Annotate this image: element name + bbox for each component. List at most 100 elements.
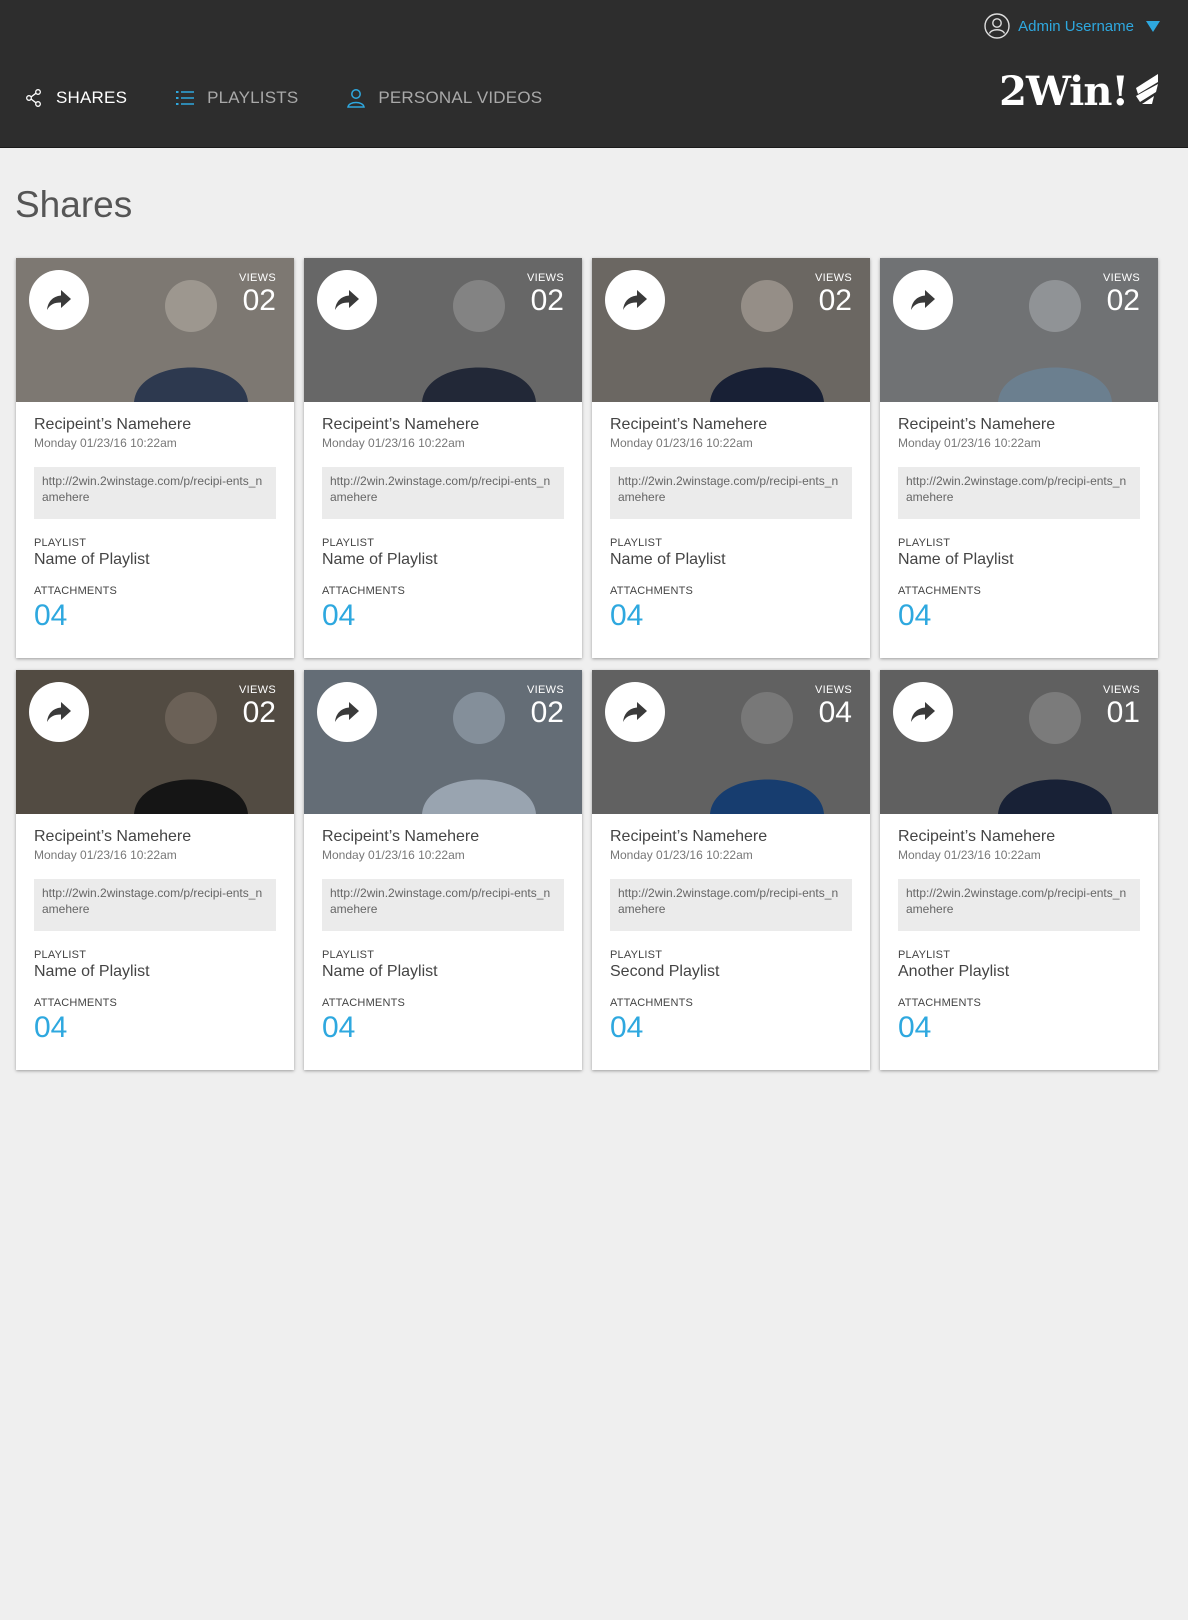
views-block: VIEWS 02 (1103, 272, 1140, 317)
share-icon (24, 88, 44, 108)
share-arrow-icon (335, 290, 359, 310)
views-count: 02 (530, 284, 564, 317)
views-label: VIEWS (1103, 272, 1140, 284)
views-block: VIEWS 02 (815, 272, 852, 317)
attachments-label: ATTACHMENTS (322, 585, 406, 597)
recipient-photo: VIEWS 02 (16, 670, 294, 814)
card-body: Recipeint’s Namehere Monday 01/23/16 10:… (304, 814, 582, 1044)
share-link[interactable]: http://2win.2winstage.com/p/recipi-ents_… (322, 467, 564, 519)
recipient-photo: VIEWS 02 (16, 258, 294, 402)
share-date: Monday 01/23/16 10:22am (898, 436, 1041, 450)
recipient-name: Recipeint’s Namehere (610, 828, 768, 845)
reshare-button[interactable] (605, 682, 665, 742)
user-name[interactable]: Admin Username (1018, 18, 1134, 35)
attachments-label: ATTACHMENTS (322, 997, 406, 1009)
share-link[interactable]: http://2win.2winstage.com/p/recipi-ents_… (898, 467, 1140, 519)
card-body: Recipeint’s Namehere Monday 01/23/16 10:… (16, 814, 294, 1044)
recipient-photo: VIEWS 01 (880, 670, 1158, 814)
reshare-button[interactable] (29, 270, 89, 330)
share-arrow-icon (47, 290, 71, 310)
attachments-count: 04 (898, 1011, 932, 1044)
views-count: 02 (818, 284, 852, 317)
user-circle-icon (984, 13, 1010, 39)
nav-shares-label: SHARES (56, 88, 128, 107)
reshare-button[interactable] (605, 270, 665, 330)
share-date: Monday 01/23/16 10:22am (610, 848, 753, 862)
attachments-label: ATTACHMENTS (610, 997, 694, 1009)
views-count: 02 (1106, 284, 1140, 317)
share-card[interactable]: VIEWS 04 Recipeint’s Namehere Monday 01/… (592, 670, 870, 1070)
playlist-name: Second Playlist (610, 963, 720, 980)
share-link[interactable]: http://2win.2winstage.com/p/recipi-ents_… (610, 879, 852, 931)
card-body: Recipeint’s Namehere Monday 01/23/16 10:… (880, 402, 1158, 632)
share-card[interactable]: VIEWS 02 Recipeint’s Namehere Monday 01/… (16, 670, 294, 1070)
recipient-photo: VIEWS 04 (592, 670, 870, 814)
views-label: VIEWS (239, 272, 276, 284)
share-link[interactable]: http://2win.2winstage.com/p/recipi-ents_… (610, 467, 852, 519)
views-label: VIEWS (815, 684, 852, 696)
share-card[interactable]: VIEWS 02 Recipeint’s Namehere Monday 01/… (592, 258, 870, 658)
attachments-count: 04 (322, 1011, 356, 1044)
share-card[interactable]: VIEWS 02 Recipeint’s Namehere Monday 01/… (304, 670, 582, 1070)
attachments-label: ATTACHMENTS (610, 585, 694, 597)
playlist-label: PLAYLIST (34, 949, 87, 961)
attachments-count: 04 (34, 1011, 68, 1044)
attachments-label: ATTACHMENTS (898, 997, 982, 1009)
views-block: VIEWS 02 (527, 684, 564, 729)
attachments-label: ATTACHMENTS (34, 585, 118, 597)
share-link[interactable]: http://2win.2winstage.com/p/recipi-ents_… (322, 879, 564, 931)
card-body: Recipeint’s Namehere Monday 01/23/16 10:… (304, 402, 582, 632)
chevron-down-icon[interactable] (1146, 20, 1160, 32)
recipient-name: Recipeint’s Namehere (34, 828, 192, 845)
reshare-button[interactable] (317, 682, 377, 742)
attachments-count: 04 (322, 599, 356, 632)
views-count: 02 (242, 696, 276, 729)
share-link[interactable]: http://2win.2winstage.com/p/recipi-ents_… (34, 879, 276, 931)
card-body: Recipeint’s Namehere Monday 01/23/16 10:… (16, 402, 294, 632)
brand-logo: 2Win! (999, 68, 1162, 112)
views-count: 04 (818, 696, 852, 729)
share-card[interactable]: VIEWS 02 Recipeint’s Namehere Monday 01/… (880, 258, 1158, 658)
views-block: VIEWS 02 (527, 272, 564, 317)
views-count: 02 (242, 284, 276, 317)
share-date: Monday 01/23/16 10:22am (34, 436, 177, 450)
share-arrow-icon (623, 702, 647, 722)
reshare-button[interactable] (29, 682, 89, 742)
playlist-label: PLAYLIST (322, 537, 375, 549)
views-block: VIEWS 02 (239, 684, 276, 729)
top-bar: Admin Username SHARES PLAYLISTS PERSONAL… (0, 0, 1188, 148)
list-icon (175, 88, 195, 108)
playlist-label: PLAYLIST (898, 949, 951, 961)
recipient-photo: VIEWS 02 (880, 258, 1158, 402)
reshare-button[interactable] (317, 270, 377, 330)
user-menu[interactable]: Admin Username (984, 13, 1160, 39)
playlist-label: PLAYLIST (610, 537, 663, 549)
recipient-name: Recipeint’s Namehere (898, 416, 1056, 433)
views-label: VIEWS (239, 684, 276, 696)
nav-personal-videos[interactable]: PERSONAL VIDEOS (346, 88, 542, 108)
playlist-label: PLAYLIST (610, 949, 663, 961)
nav-playlists-label: PLAYLISTS (207, 88, 299, 107)
share-card[interactable]: VIEWS 02 Recipeint’s Namehere Monday 01/… (304, 258, 582, 658)
share-card[interactable]: VIEWS 01 Recipeint’s Namehere Monday 01/… (880, 670, 1158, 1070)
recipient-name: Recipeint’s Namehere (322, 828, 480, 845)
views-label: VIEWS (527, 684, 564, 696)
attachments-label: ATTACHMENTS (898, 585, 982, 597)
share-date: Monday 01/23/16 10:22am (322, 848, 465, 862)
recipient-name: Recipeint’s Namehere (610, 416, 768, 433)
logo-text: 2Win! (999, 68, 1129, 115)
reshare-button[interactable] (893, 682, 953, 742)
attachments-count: 04 (34, 599, 68, 632)
nav-playlists[interactable]: PLAYLISTS (175, 88, 298, 108)
nav-shares[interactable]: SHARES (24, 88, 127, 108)
card-body: Recipeint’s Namehere Monday 01/23/16 10:… (592, 402, 870, 632)
reshare-button[interactable] (893, 270, 953, 330)
share-link[interactable]: http://2win.2winstage.com/p/recipi-ents_… (898, 879, 1140, 931)
share-card[interactable]: VIEWS 02 Recipeint’s Namehere Monday 01/… (16, 258, 294, 658)
card-body: Recipeint’s Namehere Monday 01/23/16 10:… (880, 814, 1158, 1044)
playlist-name: Name of Playlist (898, 551, 1014, 568)
share-date: Monday 01/23/16 10:22am (898, 848, 1041, 862)
share-link[interactable]: http://2win.2winstage.com/p/recipi-ents_… (34, 467, 276, 519)
recipient-name: Recipeint’s Namehere (34, 416, 192, 433)
views-label: VIEWS (815, 272, 852, 284)
